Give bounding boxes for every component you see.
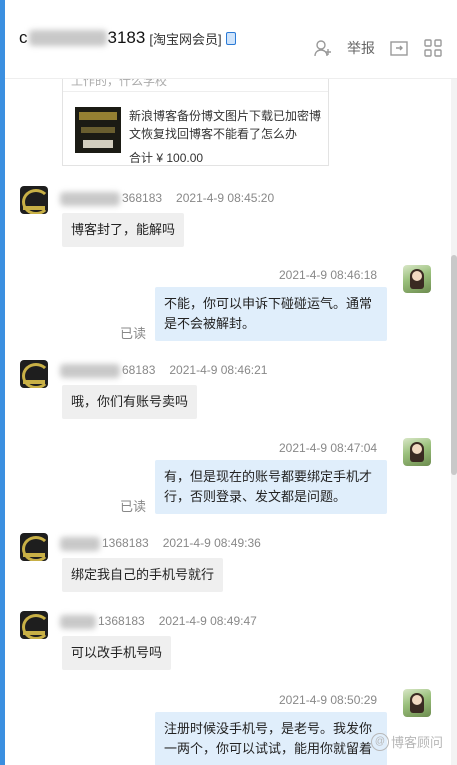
message-time: 2021-4-9 08:46:21 bbox=[169, 363, 268, 377]
message-time: 2021-4-9 08:46:18 bbox=[279, 268, 378, 282]
message-time: 2021-4-9 08:50:29 bbox=[279, 693, 378, 707]
contact-avatar[interactable] bbox=[20, 533, 48, 561]
message-meta: 1368183 2021-4-9 08:49:47 bbox=[60, 614, 257, 629]
my-avatar[interactable] bbox=[403, 438, 431, 466]
message-time: 2021-4-9 08:47:04 bbox=[279, 441, 378, 455]
read-status: 已读 bbox=[120, 499, 147, 514]
header-toolbar: 举报 bbox=[313, 38, 443, 58]
watermark: @ 博客顾问 bbox=[370, 732, 443, 751]
redacted-name bbox=[60, 363, 120, 378]
contact-avatar[interactable] bbox=[20, 611, 48, 639]
message-meta: 68183 2021-4-9 08:46:21 bbox=[60, 363, 267, 378]
my-avatar[interactable] bbox=[403, 689, 431, 717]
message-bubble: 哦，你们有账号卖吗 bbox=[62, 385, 198, 419]
redacted-name bbox=[60, 191, 120, 206]
read-status: 已读 bbox=[120, 326, 147, 341]
product-thumbnail[interactable] bbox=[75, 107, 121, 153]
message-meta: 368183 2021-4-9 08:45:20 bbox=[60, 191, 274, 206]
redacted-name bbox=[60, 536, 100, 551]
product-title[interactable]: 新浪博客备份博文图片下载已加密博文恢复找回博客不能看了怎么办 bbox=[129, 107, 321, 143]
contact-avatar[interactable] bbox=[20, 360, 48, 388]
report-button[interactable]: 举报 bbox=[347, 38, 375, 58]
at-icon: @ bbox=[370, 732, 389, 751]
my-avatar[interactable] bbox=[403, 265, 431, 293]
message-bubble: 可以改手机号吗 bbox=[62, 636, 172, 670]
message-list[interactable]: 工作的，什么学校 新浪博客备份博文图片下载已加密博文恢复找回博客不能看了怎么办 … bbox=[5, 79, 451, 765]
scrollbar-thumb[interactable] bbox=[451, 255, 457, 475]
member-tag: [淘宝网会员] bbox=[149, 31, 222, 47]
redacted-name bbox=[60, 614, 96, 629]
order-total: 合计 ¥ 100.00 bbox=[129, 151, 204, 163]
message-bubble: 注册时候没手机号，是老号。我发你 一两个，你可以试试，能用你就留着 bbox=[155, 712, 387, 765]
message-bubble: 博客封了，能解吗 bbox=[62, 213, 185, 247]
message-time: 2021-4-9 08:49:36 bbox=[162, 536, 261, 550]
message-meta: 1368183 2021-4-9 08:49:36 bbox=[60, 536, 261, 551]
contact-name-suffix: 3183 bbox=[107, 28, 146, 47]
contact-title: c 3183 [淘宝网会员] bbox=[19, 28, 236, 48]
add-contact-icon[interactable] bbox=[313, 38, 333, 58]
chat-header: c 3183 [淘宝网会员] 举报 bbox=[5, 0, 457, 79]
redacted-name bbox=[28, 30, 107, 46]
message-bubble: 有，但是现在的账号都要绑定手机才 行，否则登录、发文都是问题。 bbox=[155, 460, 387, 514]
mobile-icon bbox=[225, 31, 236, 45]
share-icon[interactable] bbox=[389, 38, 409, 58]
message-time: 2021-4-9 08:49:47 bbox=[158, 614, 257, 628]
message-bubble: 绑定我自己的手机号就行 bbox=[62, 558, 224, 592]
message-bubble: 不能，你可以申诉下碰碰运气。通常 是不会被解封。 bbox=[155, 287, 387, 341]
contact-avatar[interactable] bbox=[20, 186, 48, 214]
order-card[interactable]: 工作的，什么学校 新浪博客备份博文图片下载已加密博文恢复找回博客不能看了怎么办 … bbox=[62, 79, 329, 166]
grid-menu-icon[interactable] bbox=[423, 38, 443, 58]
message-time: 2021-4-9 08:45:20 bbox=[176, 191, 275, 205]
contact-name-prefix: c bbox=[19, 28, 28, 47]
order-card-header: 工作的，什么学校 bbox=[63, 79, 328, 92]
